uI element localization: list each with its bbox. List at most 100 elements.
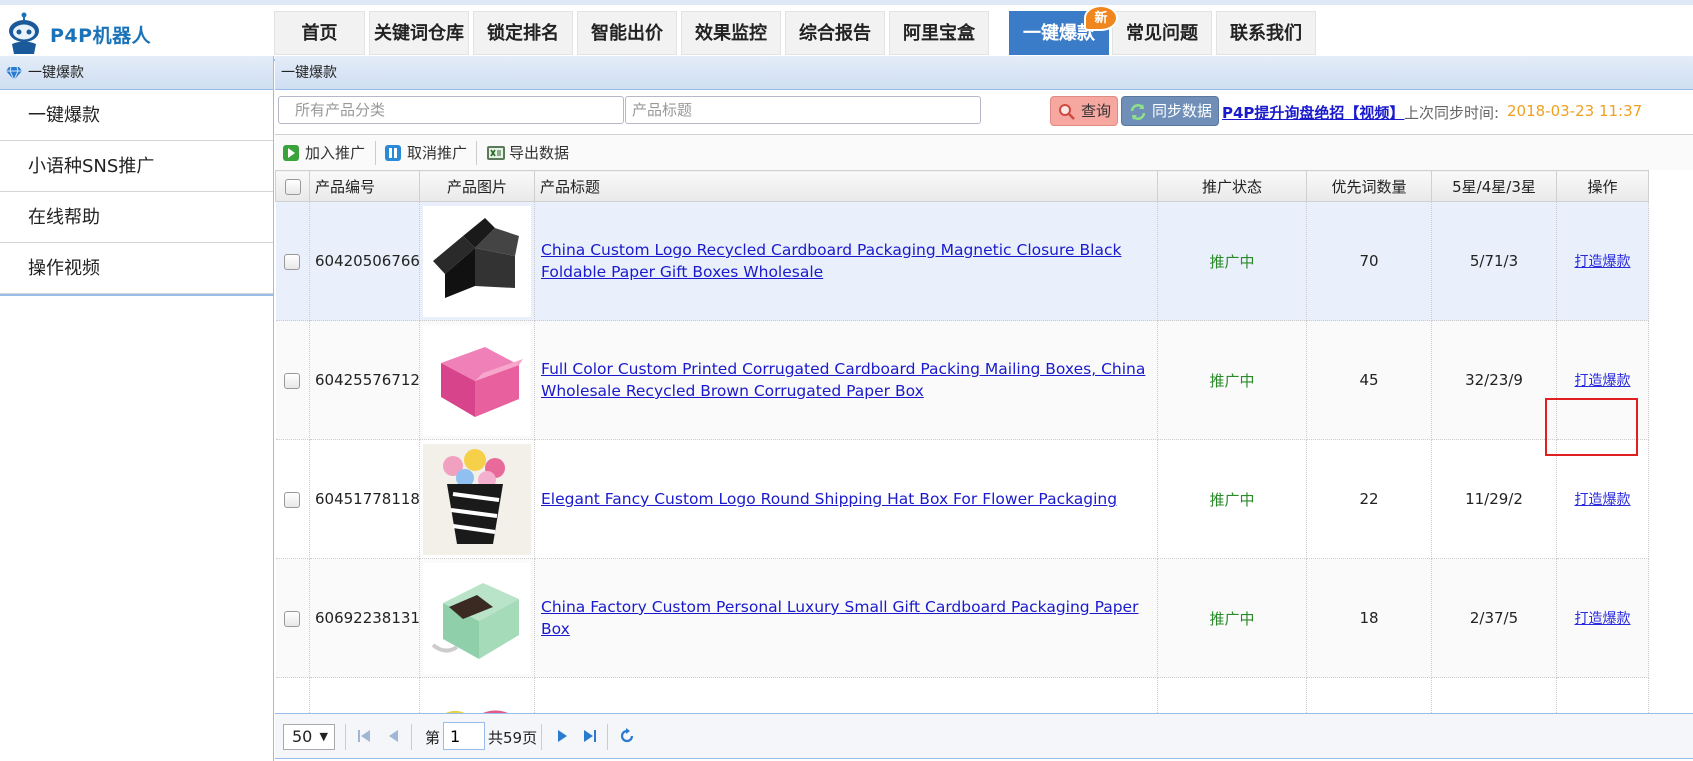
col-header-id[interactable]: 产品编号 xyxy=(309,170,420,202)
sync-data-button[interactable]: 同步数据 xyxy=(1121,96,1219,126)
action-cell: 打造爆款 xyxy=(1556,201,1649,321)
panel-title: 一键爆款 xyxy=(275,56,1693,90)
query-button[interactable]: 查询 xyxy=(1050,96,1118,126)
make-hot-button[interactable]: 打造爆款 xyxy=(1575,611,1631,627)
table-row[interactable]: 60425576712 Full Color Custom Printed Co… xyxy=(275,320,1649,440)
product-title-link[interactable]: China Custom Logo Recycled Cardboard Pac… xyxy=(541,241,1121,281)
pause-icon xyxy=(385,145,401,161)
play-icon xyxy=(283,145,299,161)
row-checkbox[interactable] xyxy=(284,253,301,270)
row-checkbox[interactable] xyxy=(284,491,301,508)
promo-status: 推广中 xyxy=(1157,558,1307,678)
last-sync-time: 2018-03-23 11:37 xyxy=(1507,102,1643,120)
export-data-label: 导出数据 xyxy=(509,144,570,162)
sidebar: 一键爆款 一键爆款 小语种SNS推广 在线帮助 操作视频 xyxy=(0,56,274,761)
category-select[interactable]: 所有产品分类 xyxy=(278,96,624,124)
app-logo[interactable]: P4P机器人 xyxy=(4,11,272,57)
video-link[interactable]: P4P提升询盘绝招【视频】 xyxy=(1222,102,1404,123)
search-icon xyxy=(1059,104,1075,120)
product-table: 产品编号 产品图片 产品标题 推广状态 优先词数量 5星/4星/3星 操作 60… xyxy=(275,170,1649,713)
last-page-icon[interactable] xyxy=(583,728,597,744)
col-header-stars[interactable]: 5星/4星/3星 xyxy=(1431,170,1557,202)
tab-faq[interactable]: 常见问题 xyxy=(1112,11,1212,55)
sidebar-item-one-click-hot[interactable]: 一键爆款 xyxy=(0,90,273,141)
priority-count: 70 xyxy=(1306,201,1432,321)
pagination-bar: 50 ▼ 第 共59页 xyxy=(275,713,1693,759)
product-title-cell: Elegant Fancy Custom Logo Round Shipping… xyxy=(534,439,1158,559)
table-row[interactable]: 60692238131 China Factory Custom Persona… xyxy=(275,558,1649,678)
prev-page-icon[interactable] xyxy=(387,728,399,744)
product-title-link[interactable]: Full Color Custom Printed Corrugated Car… xyxy=(541,360,1145,400)
table-row[interactable]: 60420506766 China Custom Logo Recycled C… xyxy=(275,201,1649,321)
col-header-priority[interactable]: 优先词数量 xyxy=(1306,170,1432,202)
top-bar: P4P机器人 首页 关键词仓库 锁定排名 智能出价 效果监控 综合报告 阿里宝盒… xyxy=(0,0,1693,61)
star-counts: 2/37/5 xyxy=(1431,558,1557,678)
page-total-label: 共59页 xyxy=(488,729,538,747)
tab-effect-monitor[interactable]: 效果监控 xyxy=(681,11,781,55)
row-select-cell xyxy=(275,677,310,713)
diamond-icon xyxy=(6,66,22,80)
toolbar-separator xyxy=(476,141,477,165)
pager-separator xyxy=(411,724,412,750)
product-image[interactable] xyxy=(423,324,531,436)
product-image-cell xyxy=(419,439,535,559)
star-counts: 11/29/2 xyxy=(1431,439,1557,559)
row-checkbox[interactable] xyxy=(284,372,301,389)
product-image-cell xyxy=(419,558,535,678)
refresh-icon[interactable] xyxy=(619,728,635,744)
page-size-value: 50 xyxy=(292,727,313,746)
product-image[interactable] xyxy=(423,443,531,555)
col-header-image[interactable]: 产品图片 xyxy=(419,170,535,202)
tab-report[interactable]: 综合报告 xyxy=(785,11,885,55)
tab-contact[interactable]: 联系我们 xyxy=(1216,11,1316,55)
sidebar-item-online-help[interactable]: 在线帮助 xyxy=(0,192,273,243)
sidebar-item-sns-promo[interactable]: 小语种SNS推广 xyxy=(0,141,273,192)
tab-smart-bid[interactable]: 智能出价 xyxy=(577,11,677,55)
col-header-status[interactable]: 推广状态 xyxy=(1157,170,1307,202)
row-select-cell xyxy=(275,558,310,678)
promo-status: 推广中 xyxy=(1157,201,1307,321)
tab-home[interactable]: 首页 xyxy=(274,11,365,55)
action-cell: 打造爆款 xyxy=(1556,558,1649,678)
col-header-action[interactable]: 操作 xyxy=(1556,170,1649,202)
product-image[interactable] xyxy=(423,205,531,317)
toolbar-separator xyxy=(375,141,376,165)
sidebar-item-video[interactable]: 操作视频 xyxy=(0,243,273,294)
excel-icon xyxy=(487,146,505,160)
query-label: 查询 xyxy=(1081,102,1112,120)
pager-separator xyxy=(345,724,346,750)
export-data-button[interactable]: 导出数据 xyxy=(483,135,569,171)
product-title-cell: Full Color Custom Printed Corrugated Car… xyxy=(534,320,1158,440)
page-number-input[interactable] xyxy=(443,722,485,750)
col-header-title[interactable]: 产品标题 xyxy=(534,170,1158,202)
product-title-cell xyxy=(534,677,1158,713)
star-counts xyxy=(1431,677,1557,713)
product-title-link[interactable]: Elegant Fancy Custom Logo Round Shipping… xyxy=(541,490,1117,508)
make-hot-button[interactable]: 打造爆款 xyxy=(1575,254,1631,270)
tab-lock-ranking[interactable]: 锁定排名 xyxy=(473,11,573,55)
last-sync-label: 上次同步时间: xyxy=(1404,104,1500,122)
product-title-cell: China Custom Logo Recycled Cardboard Pac… xyxy=(534,201,1158,321)
table-row[interactable]: 60451778118 Elegant Fancy Custom Logo Ro… xyxy=(275,439,1649,559)
tab-ali-box[interactable]: 阿里宝盒 xyxy=(889,11,989,55)
make-hot-button[interactable]: 打造爆款 xyxy=(1575,492,1631,508)
product-id: 60451778118 xyxy=(309,439,420,559)
cancel-promo-button[interactable]: 取消推广 xyxy=(381,135,467,171)
star-counts: 5/71/3 xyxy=(1431,201,1557,321)
product-title-link[interactable]: China Factory Custom Personal Luxury Sma… xyxy=(541,598,1138,638)
row-select-cell xyxy=(275,439,310,559)
row-checkbox[interactable] xyxy=(284,610,301,627)
select-all-checkbox[interactable] xyxy=(284,178,301,195)
first-page-icon[interactable] xyxy=(357,728,371,744)
next-page-icon[interactable] xyxy=(557,728,569,744)
title-search-input[interactable]: 产品标题 xyxy=(625,96,981,124)
product-image[interactable] xyxy=(423,562,531,674)
page-size-select[interactable]: 50 ▼ xyxy=(283,724,335,750)
tab-keyword-warehouse[interactable]: 关键词仓库 xyxy=(369,11,469,55)
table-header-row: 产品编号 产品图片 产品标题 推广状态 优先词数量 5星/4星/3星 操作 xyxy=(275,170,1649,202)
product-image[interactable] xyxy=(423,681,531,713)
table-row[interactable] xyxy=(275,677,1649,713)
add-promo-button[interactable]: 加入推广 xyxy=(279,135,365,171)
make-hot-button[interactable]: 打造爆款 xyxy=(1575,373,1631,389)
action-cell: 打造爆款 xyxy=(1556,439,1649,559)
